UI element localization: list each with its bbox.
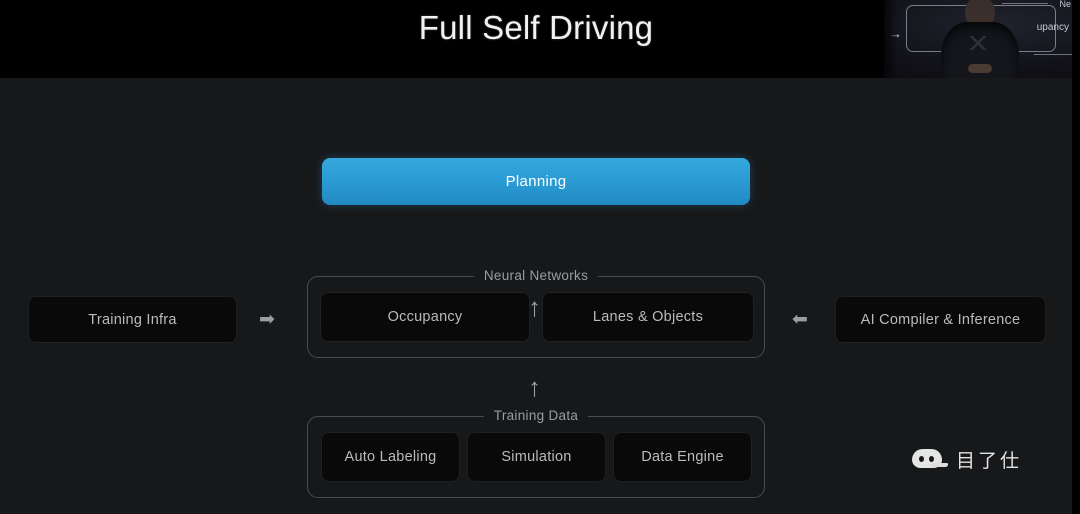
right-edge-strip bbox=[1072, 0, 1080, 514]
node-data-engine[interactable]: Data Engine bbox=[614, 433, 751, 481]
watermark-mascot-icon bbox=[912, 448, 949, 470]
watermark-eye-left bbox=[919, 455, 924, 462]
pip-mini-label: upancy bbox=[1036, 22, 1069, 33]
group-neural-networks-legend: Neural Networks bbox=[473, 268, 599, 283]
slide-root: Full Self Driving → Ne upancy Planning ↑… bbox=[0, 0, 1080, 514]
watermark-tail bbox=[930, 462, 949, 467]
arrow-left-into-neural-networks-icon: ⬅ bbox=[792, 309, 808, 330]
watermark-text: 目了仕 bbox=[956, 449, 1023, 472]
group-training-data: Training Data Auto Labeling Simulation D… bbox=[307, 408, 765, 498]
presenter-silhouette bbox=[939, 0, 1021, 79]
node-ai-compiler-inference[interactable]: AI Compiler & Inference bbox=[836, 297, 1045, 342]
node-training-infra[interactable]: Training Infra bbox=[29, 297, 236, 342]
group-training-data-legend: Training Data bbox=[483, 408, 589, 423]
presenter-video-overlay[interactable]: → Ne upancy bbox=[884, 0, 1074, 79]
pip-left-vignette bbox=[884, 0, 898, 79]
group-neural-networks: Neural Networks Occupancy Lanes & Object… bbox=[307, 268, 765, 358]
node-auto-labeling[interactable]: Auto Labeling bbox=[322, 433, 459, 481]
pip-mini-label-top: Ne bbox=[1059, 0, 1071, 9]
node-lanes-and-objects[interactable]: Lanes & Objects bbox=[543, 293, 753, 341]
node-simulation[interactable]: Simulation bbox=[468, 433, 605, 481]
node-planning[interactable]: Planning bbox=[322, 158, 750, 205]
presenter-shirt-logo bbox=[961, 36, 995, 50]
arrow-up-to-neural-networks-icon: ↑ bbox=[528, 372, 541, 402]
arrow-right-into-neural-networks-icon: ➡ bbox=[259, 309, 275, 330]
watermark-eye-right bbox=[929, 455, 934, 462]
pip-mini-bottom-line bbox=[1034, 54, 1074, 55]
watermark: 目了仕 bbox=[912, 440, 1062, 478]
presenter-hands bbox=[968, 64, 992, 73]
node-occupancy[interactable]: Occupancy bbox=[321, 293, 529, 341]
